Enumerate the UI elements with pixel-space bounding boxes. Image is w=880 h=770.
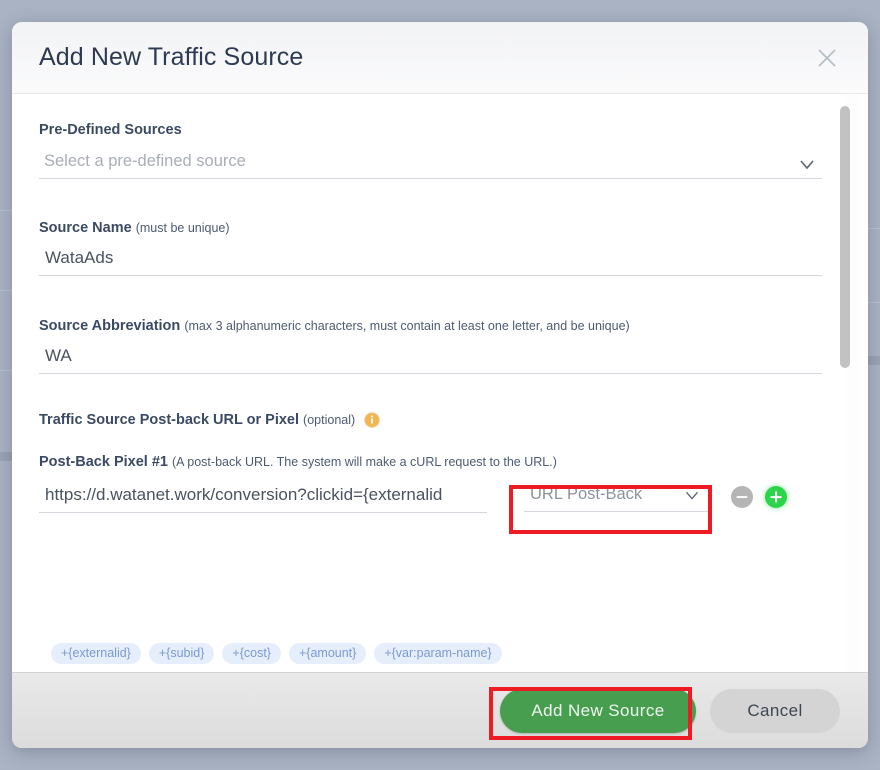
add-traffic-source-modal: Add New Traffic Source Pre-Defined Sourc… xyxy=(12,22,868,748)
source-name-input[interactable] xyxy=(39,245,822,276)
macro-chip[interactable]: +{subid} xyxy=(148,643,215,664)
postback-pixel-hint: (A post-back URL. The system will make a… xyxy=(172,455,557,469)
page-title: Add New Traffic Source xyxy=(39,43,304,71)
postback-section-hint: (optional) xyxy=(303,413,356,427)
source-abbreviation-label-text: Source Abbreviation xyxy=(39,318,181,334)
postback-section-label: Traffic Source Post-back URL or Pixel xyxy=(39,412,300,428)
predefined-sources-select[interactable] xyxy=(39,149,822,179)
plus-circle-icon[interactable] xyxy=(765,486,787,508)
background-line xyxy=(0,370,12,371)
macro-chip[interactable]: +{externalid} xyxy=(51,643,141,664)
background-line xyxy=(0,210,12,211)
source-abbreviation-label: Source Abbreviation (max 3 alphanumeric … xyxy=(39,318,822,334)
background-block xyxy=(0,452,12,461)
postback-pixel-label: Post-Back Pixel #1 xyxy=(39,454,168,470)
body-scrollbar-track[interactable] xyxy=(840,94,860,672)
info-icon[interactable] xyxy=(364,412,381,428)
background-line xyxy=(0,290,12,291)
macro-chip-list: +{externalid} +{subid} +{cost} +{amount}… xyxy=(51,643,502,664)
postback-type-select[interactable] xyxy=(524,482,710,512)
postback-section-label-group: Traffic Source Post-back URL or Pixel (o… xyxy=(39,412,355,428)
modal-body: Pre-Defined Sources Source Name (must be… xyxy=(12,94,868,672)
postback-url-input[interactable] xyxy=(39,482,487,513)
postback-pixel-label-group: Post-Back Pixel #1 (A post-back URL. The… xyxy=(39,454,822,470)
source-name-label: Source Name (must be unique) xyxy=(39,220,822,236)
cancel-button[interactable]: Cancel xyxy=(710,688,840,733)
add-new-source-button[interactable]: Add New Source xyxy=(500,688,696,733)
source-name-hint: (must be unique) xyxy=(135,221,230,235)
close-icon[interactable] xyxy=(814,45,840,71)
body-scrollbar-thumb[interactable] xyxy=(840,106,850,368)
field-postback-pixel-1: Post-Back Pixel #1 (A post-back URL. The… xyxy=(39,454,822,513)
predefined-sources-label: Pre-Defined Sources xyxy=(39,122,182,138)
macro-chip[interactable]: +{var:param-name} xyxy=(374,643,502,664)
modal-footer: Add New Source Cancel xyxy=(12,672,868,748)
postback-section-heading: Traffic Source Post-back URL or Pixel (o… xyxy=(39,412,381,428)
field-source-name: Source Name (must be unique) xyxy=(39,220,822,276)
source-abbreviation-input[interactable] xyxy=(39,343,822,374)
minus-circle-icon[interactable] xyxy=(731,486,753,508)
field-predefined-sources: Pre-Defined Sources xyxy=(39,122,822,179)
modal-header: Add New Traffic Source xyxy=(12,22,868,94)
field-source-abbreviation: Source Abbreviation (max 3 alphanumeric … xyxy=(39,318,822,374)
source-name-label-text: Source Name xyxy=(39,220,132,236)
macro-chip[interactable]: +{amount} xyxy=(288,643,367,664)
macro-chip[interactable]: +{cost} xyxy=(222,643,281,664)
source-abbreviation-hint: (max 3 alphanumeric characters, must con… xyxy=(184,319,630,333)
